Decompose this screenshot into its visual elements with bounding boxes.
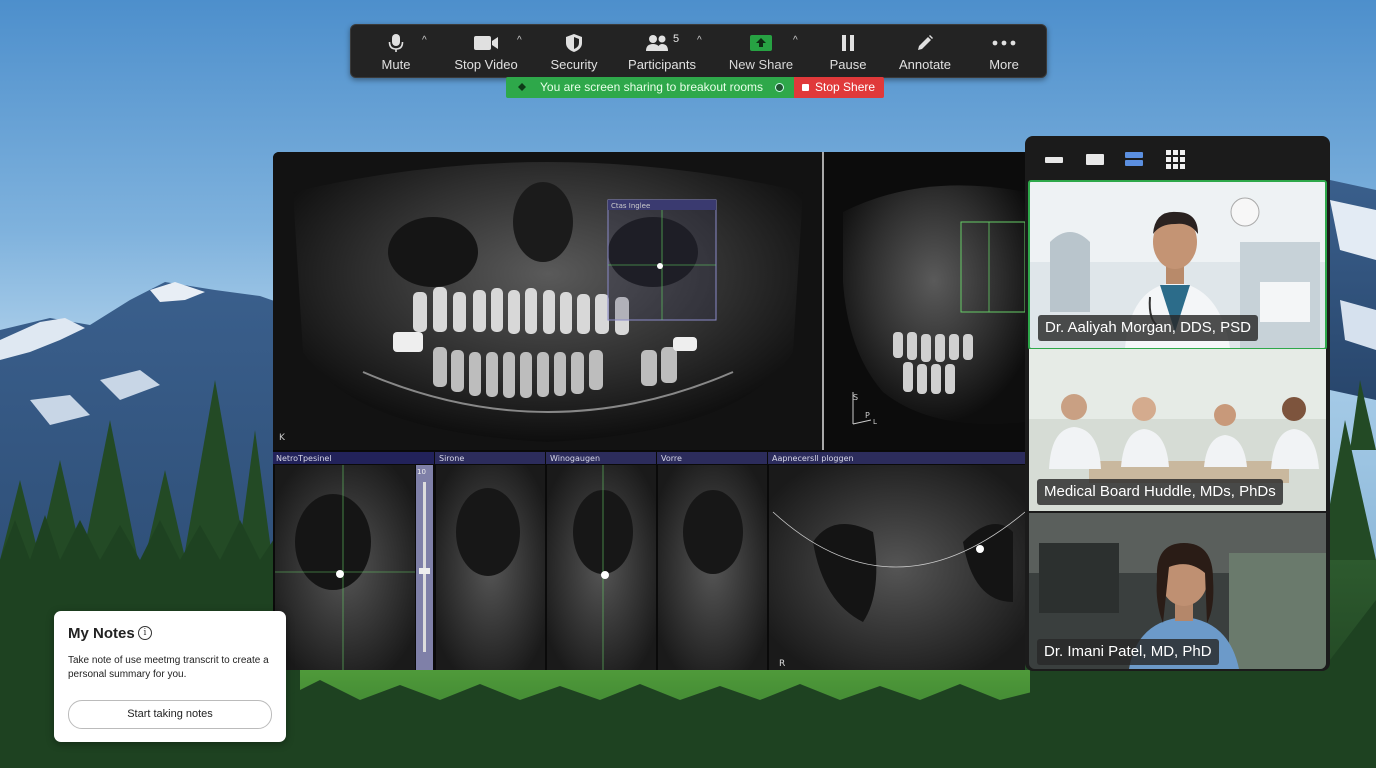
grid-view-icon[interactable] (1165, 149, 1187, 169)
participant-name-3: Dr. Imani Patel, MD, PhD (1037, 639, 1219, 665)
participants-button[interactable]: 5 Participants (623, 25, 701, 77)
orientation-label-p: P (865, 411, 870, 420)
notes-title: My Notes (68, 625, 135, 642)
pane-label-5: Aapnecersll ploggen (772, 454, 854, 463)
info-icon[interactable]: i (138, 626, 152, 640)
security-label: Security (550, 57, 598, 72)
participants-count: 5 (672, 33, 680, 45)
participants-options-caret-icon[interactable]: ^ (697, 35, 702, 46)
new-share-label: New Share (728, 57, 794, 72)
cross-section-panes: NetroTpesinel Sirone Winogaugen Vorre Aa… (273, 451, 1025, 670)
audio-options-caret-icon[interactable]: ^ (422, 35, 427, 46)
participant-tile-3[interactable]: Dr. Imani Patel, MD, PhD (1029, 513, 1326, 669)
speaker-view-icon[interactable] (1043, 149, 1065, 169)
annotate-label: Annotate (898, 57, 952, 72)
annotate-button[interactable]: Annotate (893, 25, 957, 77)
stop-square-icon (802, 84, 810, 91)
pause-label: Pause (829, 57, 867, 72)
more-label: More (989, 57, 1019, 72)
orientation-label-l: L (873, 418, 877, 426)
panoramic-view: Ctas Inglee K (273, 152, 823, 450)
orientation-label-s: S (853, 393, 858, 402)
participants-label: Participants (628, 57, 696, 72)
stop-video-label: Stop Video (454, 57, 518, 72)
slice-scale-label: 10 (417, 468, 426, 476)
new-share-button[interactable]: New Share (723, 25, 799, 77)
more-dots-icon (975, 33, 1033, 53)
share-screen-icon (723, 33, 799, 53)
pause-share-button[interactable]: Pause (817, 25, 879, 77)
gallery-small-icon[interactable] (1084, 149, 1106, 169)
start-taking-notes-button[interactable]: Start taking notes (68, 700, 272, 729)
shield-icon (541, 33, 607, 53)
pane-label-3: Winogaugen (550, 454, 600, 463)
participant-name-2: Medical Board Huddle, MDs, PhDs (1037, 479, 1283, 505)
share-options-caret-icon[interactable]: ^ (793, 35, 798, 46)
notes-description: Take note of use meetmg transcrit to cre… (68, 655, 269, 680)
shared-screen[interactable]: Ctas Inglee K S P L NetroTpesinel Sirone… (273, 152, 1025, 670)
stop-share-label: Stop Shere (815, 80, 876, 94)
pane-label-4: Vorre (661, 454, 682, 463)
video-camera-icon (449, 33, 523, 53)
orientation-label-r: R (779, 659, 785, 669)
stacked-view-icon[interactable] (1123, 149, 1145, 169)
sharing-status: You are screen sharing to breakout rooms (506, 77, 795, 98)
stop-share-button[interactable]: Stop Shere (794, 77, 885, 98)
mute-button[interactable]: Mute (365, 25, 427, 77)
pause-icon (817, 33, 879, 53)
pane-label-2: Sirone (439, 454, 464, 463)
sharing-banner: You are screen sharing to breakout rooms… (506, 77, 885, 98)
participant-tile-1[interactable]: Dr. Aaliyah Morgan, DDS, PSD (1028, 180, 1327, 350)
dental-cbct-viewer: Ctas Inglee K S P L NetroTpesinel Sirone… (273, 152, 1025, 670)
microphone-icon (365, 33, 427, 53)
3d-volume-view: S P L (822, 152, 1025, 450)
recording-indicator-icon (775, 83, 785, 92)
pencil-icon (893, 33, 957, 53)
video-panel: Dr. Aaliyah Morgan, DDS, PSD Medical Boa… (1025, 136, 1330, 671)
my-notes-card: My Notes i Take note of use meetmg trans… (54, 611, 286, 742)
stop-video-button[interactable]: Stop Video (449, 25, 523, 77)
meeting-toolbar: Mute ^ Stop Video ^ Security 5 Participa… (350, 24, 1047, 78)
participant-tile-2[interactable]: Medical Board Huddle, MDs, PhDs (1029, 349, 1326, 511)
pane-label-1: NetroTpesinel (276, 454, 332, 463)
sharing-status-text: You are screen sharing to breakout rooms (540, 80, 764, 94)
sharing-pin-icon (517, 82, 526, 92)
video-options-caret-icon[interactable]: ^ (517, 35, 522, 46)
participants-icon: 5 (623, 33, 701, 53)
participant-name-1: Dr. Aaliyah Morgan, DDS, PSD (1038, 315, 1258, 341)
security-button[interactable]: Security (541, 25, 607, 77)
roi-label: Ctas Inglee (611, 202, 650, 210)
more-button[interactable]: More (975, 25, 1033, 77)
roi-box[interactable]: Ctas Inglee (607, 199, 717, 321)
mute-label: Mute (381, 57, 411, 72)
